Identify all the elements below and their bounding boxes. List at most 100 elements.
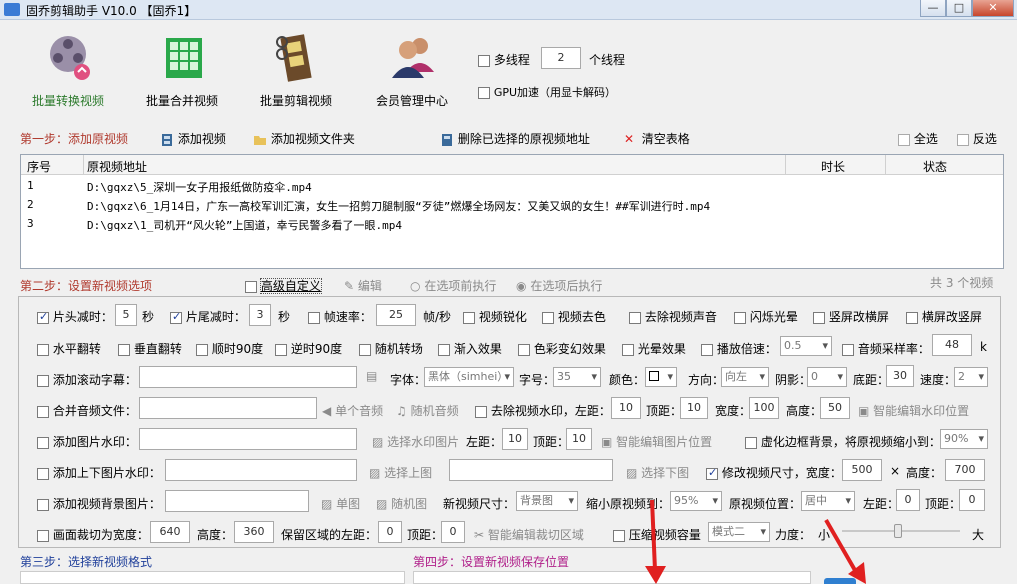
smart-crop-button[interactable]: ✂ 智能编辑裁切区域	[474, 526, 584, 543]
wm-height-input[interactable]: 50	[820, 397, 850, 419]
pos-left-input[interactable]: 0	[896, 489, 920, 511]
h2v-checkbox[interactable]: 横屏改竖屏	[906, 308, 982, 325]
fps-checkbox[interactable]: 帧速率：	[308, 308, 372, 325]
crop-checkbox[interactable]: 画面裁切为宽度：	[37, 526, 149, 543]
add-video-button[interactable]: 添加视频	[160, 130, 226, 147]
keep-top-input[interactable]: 0	[441, 521, 465, 543]
speed-checkbox[interactable]: 播放倍速：	[701, 340, 777, 357]
halo-checkbox[interactable]: 光晕效果	[622, 340, 686, 357]
tail-cut-checkbox[interactable]: 片尾减时：	[170, 308, 246, 325]
color-change-checkbox[interactable]: 色彩变幻效果	[518, 340, 606, 357]
top-image-input[interactable]	[165, 459, 357, 481]
video-table[interactable]: 序号 原视频地址 时长 状态 1 D:\gqxz\5_深圳一女子用报纸做防疫伞.m…	[20, 154, 1004, 269]
direction-select[interactable]: 向左	[721, 367, 769, 387]
blur-border-checkbox[interactable]: 虚化边框背景，将原视频缩小到：	[745, 433, 941, 450]
choose-top-button[interactable]: ▨ 选择上图	[369, 464, 432, 481]
merge-audio-checkbox[interactable]: 合并音频文件：	[37, 402, 137, 419]
image-watermark-checkbox[interactable]: 添加图片水印：	[37, 433, 137, 450]
fps-input[interactable]: 25	[376, 304, 416, 326]
remove-audio-checkbox[interactable]: 去除视频声音	[629, 308, 717, 325]
rotate-ccw-checkbox[interactable]: 逆时90度	[275, 340, 342, 357]
bottom-image-input[interactable]	[449, 459, 613, 481]
edit-button[interactable]: ✎ 编辑	[344, 277, 382, 294]
clear-table-button[interactable]: ✕ 清空表格	[624, 130, 690, 147]
choose-bottom-button[interactable]: ▨ 选择下图	[626, 464, 689, 481]
random-image-button[interactable]: ▨ 随机图	[376, 495, 427, 512]
batch-edit-button[interactable]: 批量剪辑视频	[246, 28, 346, 114]
gpu-checkbox[interactable]: GPU加速（用显卡解码）	[478, 84, 616, 100]
blur-scale-select[interactable]: 90%	[940, 429, 988, 449]
speed-select[interactable]: 0.5	[780, 336, 832, 356]
size-select[interactable]: 35	[553, 367, 601, 387]
img-left-input[interactable]: 10	[502, 428, 528, 450]
scroll-subtitle-input[interactable]	[139, 366, 357, 388]
pos-top-input[interactable]: 0	[959, 489, 985, 511]
img-top-input[interactable]: 10	[566, 428, 592, 450]
smart-watermark-button[interactable]: ▣ 智能编辑水印位置	[858, 402, 969, 419]
shadow-select[interactable]: 0	[807, 367, 847, 387]
sample-rate-input[interactable]: 48	[932, 334, 972, 356]
crop-height-input[interactable]: 360	[234, 521, 274, 543]
start-button[interactable]	[824, 578, 856, 584]
before-radio[interactable]: ○ 在选项前执行	[410, 277, 496, 294]
advanced-custom-checkbox[interactable]: 高级自定义	[245, 277, 322, 294]
table-row[interactable]: 2 D:\gqxz\6_1月14日，广东一高校军训汇演，女生一招剪刀腿制服“歹徒”…	[21, 195, 1003, 214]
resize-checkbox[interactable]: 修改视频尺寸，宽度：	[706, 464, 842, 481]
shrink-select[interactable]: 95%	[670, 491, 722, 511]
image-watermark-input[interactable]	[139, 428, 357, 450]
save-path-panel[interactable]	[413, 571, 811, 584]
compress-mode-select[interactable]: 模式二	[708, 522, 770, 542]
hflip-checkbox[interactable]: 水平翻转	[37, 340, 101, 357]
choose-watermark-button[interactable]: ▨ 选择水印图片	[372, 433, 459, 450]
position-select[interactable]: 居中	[801, 491, 855, 511]
tail-cut-input[interactable]: 3	[249, 304, 271, 326]
batch-merge-button[interactable]: 批量合并视频	[132, 28, 232, 114]
delete-selected-button[interactable]: 删除已选择的原视频地址	[440, 130, 590, 147]
new-size-select[interactable]: 背景图	[516, 491, 578, 511]
wm-top-input[interactable]: 10	[680, 397, 708, 419]
head-cut-input[interactable]: 5	[115, 304, 137, 326]
close-icon[interactable]: ✕	[972, 0, 1014, 17]
updown-watermark-checkbox[interactable]: 添加上下图片水印：	[37, 464, 161, 481]
fadein-checkbox[interactable]: 渐入效果	[438, 340, 502, 357]
table-row[interactable]: 1 D:\gqxz\5_深圳一女子用报纸做防疫伞.mp4	[21, 176, 1003, 195]
remove-watermark-checkbox[interactable]: 去除视频水印，左距：	[475, 402, 611, 419]
invert-selection-button[interactable]: 反选	[957, 130, 997, 147]
decolor-checkbox[interactable]: 视频去色	[542, 308, 606, 325]
rotate-cw-checkbox[interactable]: 顺时90度	[196, 340, 263, 357]
single-audio-button[interactable]: ◀ 单个音频	[322, 402, 383, 419]
random-audio-button[interactable]: ♫ 随机音频	[396, 402, 459, 419]
sharpen-checkbox[interactable]: 视频锐化	[463, 308, 527, 325]
select-all-button[interactable]: 全选	[898, 130, 938, 147]
compress-checkbox[interactable]: 压缩视频容量	[613, 526, 701, 543]
after-radio[interactable]: ◉ 在选项后执行	[516, 277, 602, 294]
format-panel[interactable]	[20, 571, 405, 584]
head-cut-checkbox[interactable]: 片头减时：	[37, 308, 113, 325]
color-select[interactable]	[645, 367, 677, 387]
text-settings-icon[interactable]: ▤	[366, 369, 377, 383]
crop-width-input[interactable]: 640	[150, 521, 190, 543]
flash-checkbox[interactable]: 闪烁光晕	[734, 308, 798, 325]
background-image-input[interactable]	[165, 490, 309, 512]
keep-left-input[interactable]: 0	[378, 521, 402, 543]
audio-file-input[interactable]	[139, 397, 317, 419]
thread-count-input[interactable]: 2	[541, 47, 581, 69]
sample-rate-checkbox[interactable]: 音频采样率：	[842, 340, 930, 357]
minimize-icon[interactable]: —	[920, 0, 946, 17]
resize-height-input[interactable]: 700	[945, 459, 985, 481]
scroll-subtitle-checkbox[interactable]: 添加滚动字幕：	[37, 371, 137, 388]
compress-slider-thumb[interactable]	[894, 524, 902, 538]
wm-width-input[interactable]: 100	[749, 397, 779, 419]
table-row[interactable]: 3 D:\gqxz\1_司机开“风火轮”上国道，幸亏民警多看了一眼.mp4	[21, 214, 1003, 233]
add-folder-button[interactable]: 添加视频文件夹	[253, 130, 355, 147]
vflip-checkbox[interactable]: 垂直翻转	[118, 340, 182, 357]
wm-left-input[interactable]: 10	[611, 397, 641, 419]
font-select[interactable]: 黑体（simhei）	[424, 367, 514, 387]
single-image-button[interactable]: ▨ 单图	[321, 495, 360, 512]
maximize-icon[interactable]: □	[946, 0, 972, 17]
random-transition-checkbox[interactable]: 随机转场	[359, 340, 423, 357]
background-image-checkbox[interactable]: 添加视频背景图片：	[37, 495, 161, 512]
v2h-checkbox[interactable]: 竖屏改横屏	[813, 308, 889, 325]
bottom-input[interactable]: 30	[886, 365, 914, 387]
scroll-speed-select[interactable]: 2	[954, 367, 988, 387]
